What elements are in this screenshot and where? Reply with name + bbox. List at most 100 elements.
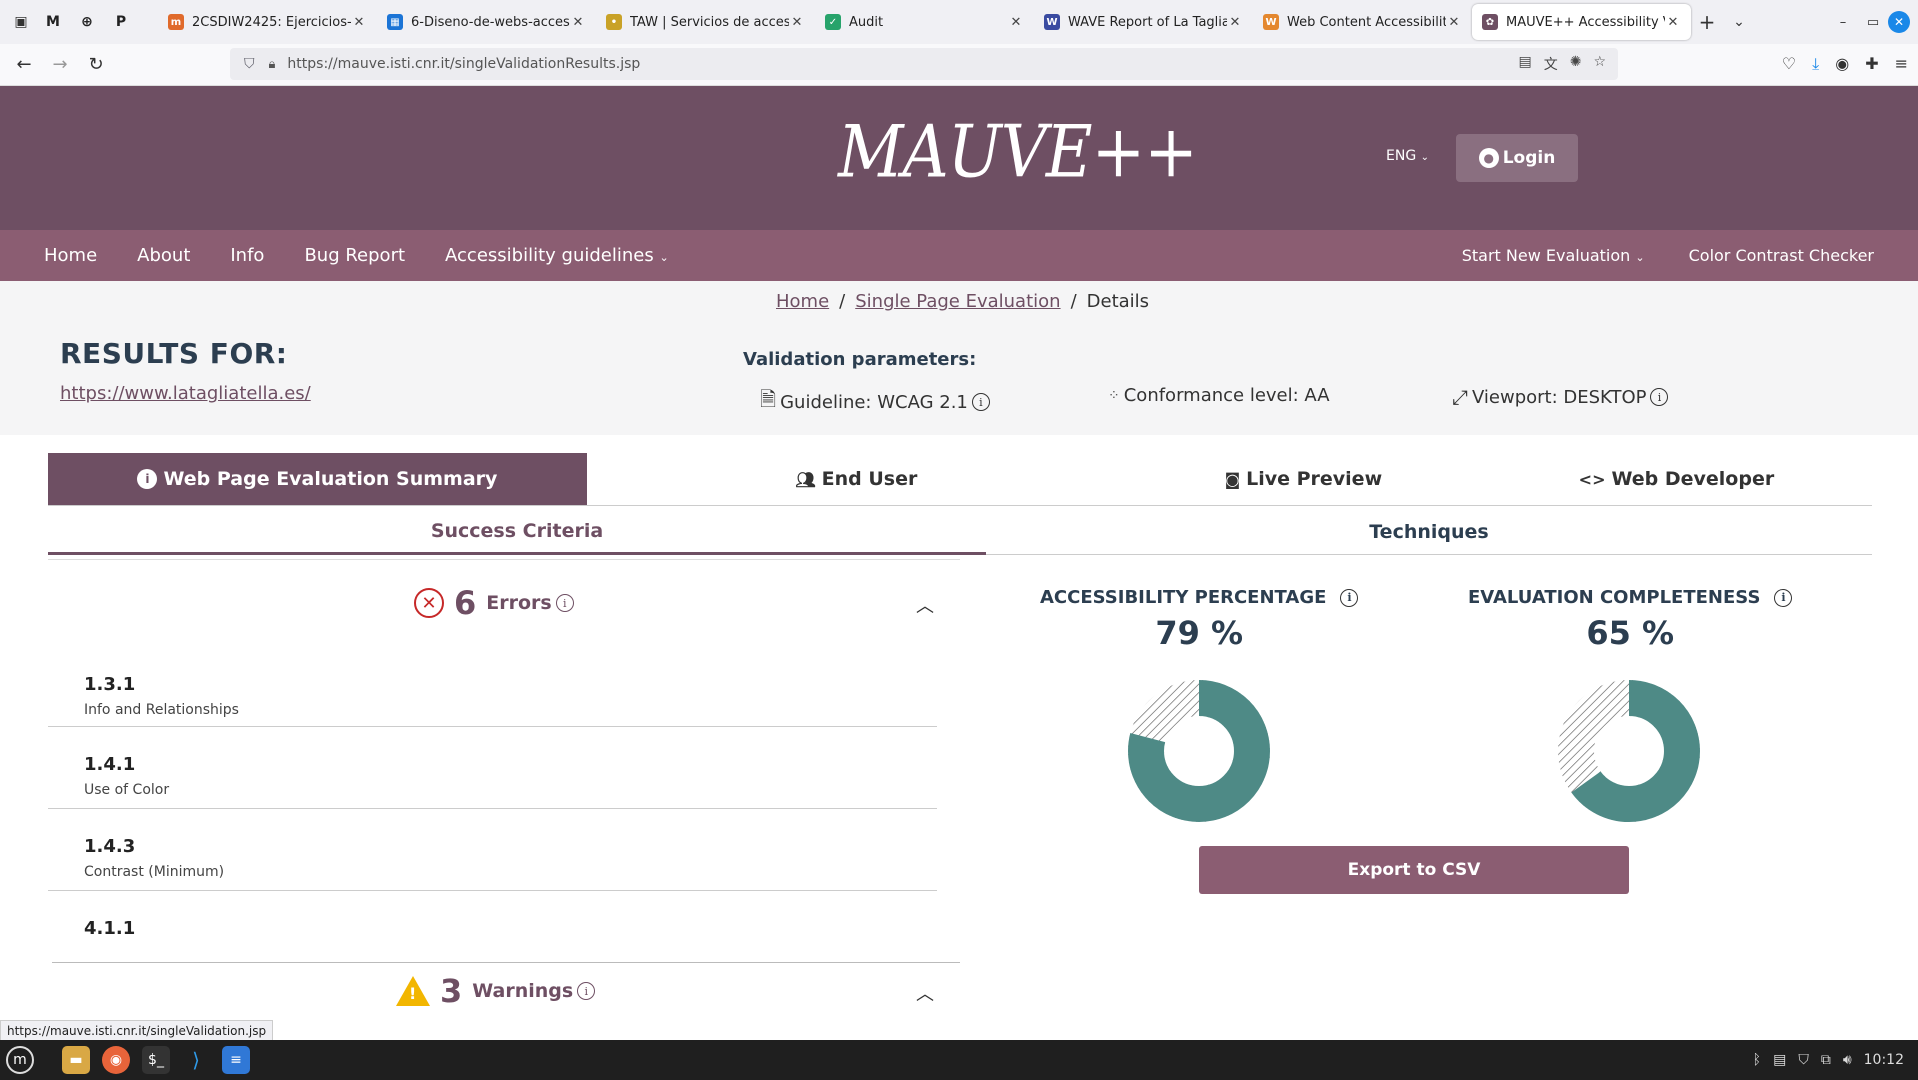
pinned-tab-3[interactable]: P: [104, 5, 138, 39]
menu-icon[interactable]: ≡: [1895, 54, 1908, 74]
export-csv-button[interactable]: Export to CSV: [1199, 846, 1629, 894]
lock-icon[interactable]: 🔒︎: [269, 57, 276, 72]
clipboard-icon[interactable]: ▤: [1773, 1052, 1786, 1068]
volume-icon[interactable]: 🔊︎: [1843, 1052, 1852, 1068]
chevron-up-icon[interactable]: ︿: [916, 980, 934, 1006]
chevron-up-icon[interactable]: ︿: [916, 592, 934, 618]
criterion-row[interactable]: 1.4.3 Contrast (Minimum): [48, 810, 937, 891]
info-icon[interactable]: i: [1774, 588, 1793, 607]
tab-list-icon[interactable]: ▣: [6, 7, 36, 37]
minimize-icon[interactable]: –: [1828, 15, 1858, 30]
browser-tab[interactable]: W Web Content Accessibility ✕: [1253, 4, 1472, 40]
favicon-icon: W: [1263, 14, 1279, 30]
browser-tab[interactable]: m 2CSDIW2425: Ejercicios-UI ✕: [158, 4, 377, 40]
nav-info[interactable]: Info: [230, 245, 264, 266]
browser-tab[interactable]: ▦ 6-Diseno-de-webs-accesibl ✕: [377, 4, 596, 40]
nav-about[interactable]: About: [137, 245, 190, 266]
browser-tab[interactable]: • TAW | Servicios de accesibi ✕: [596, 4, 815, 40]
criterion-name: Contrast (Minimum): [84, 864, 225, 880]
forward-icon[interactable]: →: [42, 54, 78, 75]
tab-live-preview[interactable]: ◙ Live Preview: [1126, 453, 1481, 505]
warnings-header[interactable]: ! 3 Warnings i: [396, 972, 596, 1010]
subtab-success-criteria[interactable]: Success Criteria: [48, 509, 986, 555]
tab-label: Live Preview: [1246, 468, 1383, 490]
criterion-row[interactable]: 1.3.1 Info and Relationships: [48, 648, 937, 727]
pinned-tab-1[interactable]: M: [36, 5, 70, 39]
nav-bug-report[interactable]: Bug Report: [304, 245, 405, 266]
close-tab-icon[interactable]: ✕: [351, 15, 367, 30]
close-tab-icon[interactable]: ✕: [1008, 15, 1024, 30]
tab-title: Audit: [849, 14, 884, 30]
text-editor-icon[interactable]: ≡: [216, 1040, 256, 1080]
main-navigation: Home About Info Bug Report Accessibility…: [0, 230, 1918, 281]
nav-home[interactable]: Home: [44, 245, 97, 266]
stat-label: EVALUATION COMPLETENESS: [1468, 587, 1761, 608]
info-icon[interactable]: i: [577, 982, 596, 1000]
info-icon[interactable]: i: [555, 594, 574, 612]
info-icon[interactable]: i: [1650, 388, 1669, 406]
breadcrumb-separator: /: [839, 291, 846, 312]
close-tab-icon[interactable]: ✕: [1665, 15, 1681, 30]
translate-icon[interactable]: 文: [1544, 54, 1558, 74]
language-selector[interactable]: ENG ⌄: [1386, 148, 1429, 164]
browser-tab[interactable]: W WAVE Report of La Tagliat ✕: [1034, 4, 1253, 40]
tab-overflow-icon[interactable]: ⌄: [1723, 14, 1755, 30]
close-tab-icon[interactable]: ✕: [1446, 15, 1462, 30]
nav-start-new-evaluation[interactable]: Start New Evaluation ⌄: [1462, 246, 1645, 265]
shield-icon[interactable]: ⛉: [244, 56, 255, 72]
files-icon[interactable]: ▬: [56, 1040, 96, 1080]
firefox-icon[interactable]: ◉: [96, 1040, 136, 1080]
subtab-techniques[interactable]: Techniques: [986, 509, 1872, 555]
errors-header[interactable]: ✕ 6 Errors i: [414, 584, 574, 622]
login-button[interactable]: ● Login: [1456, 134, 1578, 182]
results-title: RESULTS FOR:: [60, 337, 288, 370]
close-tab-icon[interactable]: ✕: [789, 15, 805, 30]
info-circle-icon: i: [137, 469, 158, 489]
maximize-icon[interactable]: ▭: [1858, 15, 1888, 30]
download-icon[interactable]: ⤓: [1812, 54, 1819, 74]
close-tab-icon[interactable]: ✕: [570, 15, 586, 30]
expand-icon: ⤢: [1452, 385, 1468, 409]
tab-web-page-evaluation-summary[interactable]: i Web Page Evaluation Summary: [48, 453, 587, 505]
extension-bug-icon[interactable]: ✺: [1570, 54, 1582, 74]
clock[interactable]: 10:12: [1864, 1052, 1904, 1068]
tab-end-user[interactable]: 👥︎ End User: [587, 453, 1126, 505]
criterion-row[interactable]: 4.1.1: [48, 892, 937, 939]
bluetooth-icon[interactable]: ᛒ: [1753, 1052, 1761, 1068]
terminal-icon[interactable]: $_: [136, 1040, 176, 1080]
url-bar[interactable]: ⛉ 🔒︎ https://mauve.isti.cnr.it/singleVal…: [230, 48, 1618, 80]
site-header: MAUVE++ ENG ⌄ ● Login: [0, 86, 1918, 230]
start-menu-icon[interactable]: m: [0, 1040, 40, 1080]
account-icon[interactable]: ◉: [1835, 54, 1849, 74]
close-window-icon[interactable]: ✕: [1888, 11, 1910, 33]
info-icon[interactable]: i: [1340, 588, 1359, 607]
favicon-icon: W: [1044, 14, 1060, 30]
breadcrumb-home[interactable]: Home: [776, 291, 829, 312]
mauve-logo[interactable]: MAUVE++: [838, 112, 1198, 195]
nav-color-contrast-checker[interactable]: Color Contrast Checker: [1689, 246, 1874, 265]
reader-view-icon[interactable]: ▤: [1518, 54, 1531, 74]
browser-tab[interactable]: ✿ MAUVE++ Accessibility Val ✕: [1472, 4, 1691, 40]
network-icon[interactable]: ⧉: [1821, 1052, 1831, 1068]
browser-tab[interactable]: ✓ Audit ✕: [815, 4, 1034, 40]
vscode-icon[interactable]: ⟩: [176, 1040, 216, 1080]
nav-start-label: Start New Evaluation: [1461, 246, 1631, 265]
breadcrumb-single-page-evaluation[interactable]: Single Page Evaluation: [855, 291, 1060, 312]
conformance-text: Conformance level: AA: [1123, 385, 1330, 406]
shield-tray-icon[interactable]: ⛉: [1798, 1052, 1809, 1068]
close-tab-icon[interactable]: ✕: [1227, 15, 1243, 30]
extensions-icon[interactable]: ✚: [1865, 54, 1878, 74]
sub-tabs: Success Criteria Techniques: [48, 509, 1872, 555]
new-tab-button[interactable]: +: [1691, 10, 1723, 34]
bookmark-star-icon[interactable]: ☆: [1593, 54, 1606, 74]
info-icon[interactable]: i: [971, 393, 990, 411]
pocket-icon[interactable]: ♡: [1782, 54, 1796, 74]
warnings-label: Warnings: [472, 980, 574, 1002]
results-url-link[interactable]: https://www.latagliatella.es/: [60, 383, 311, 404]
tab-web-developer[interactable]: <> Web Developer: [1481, 453, 1872, 505]
back-icon[interactable]: ←: [6, 54, 42, 75]
nav-accessibility-guidelines[interactable]: Accessibility guidelines ⌄: [445, 245, 669, 266]
reload-icon[interactable]: ↻: [78, 54, 114, 75]
criterion-row[interactable]: 1.4.1 Use of Color: [48, 728, 937, 809]
pinned-tab-2[interactable]: ⊕: [70, 5, 104, 39]
